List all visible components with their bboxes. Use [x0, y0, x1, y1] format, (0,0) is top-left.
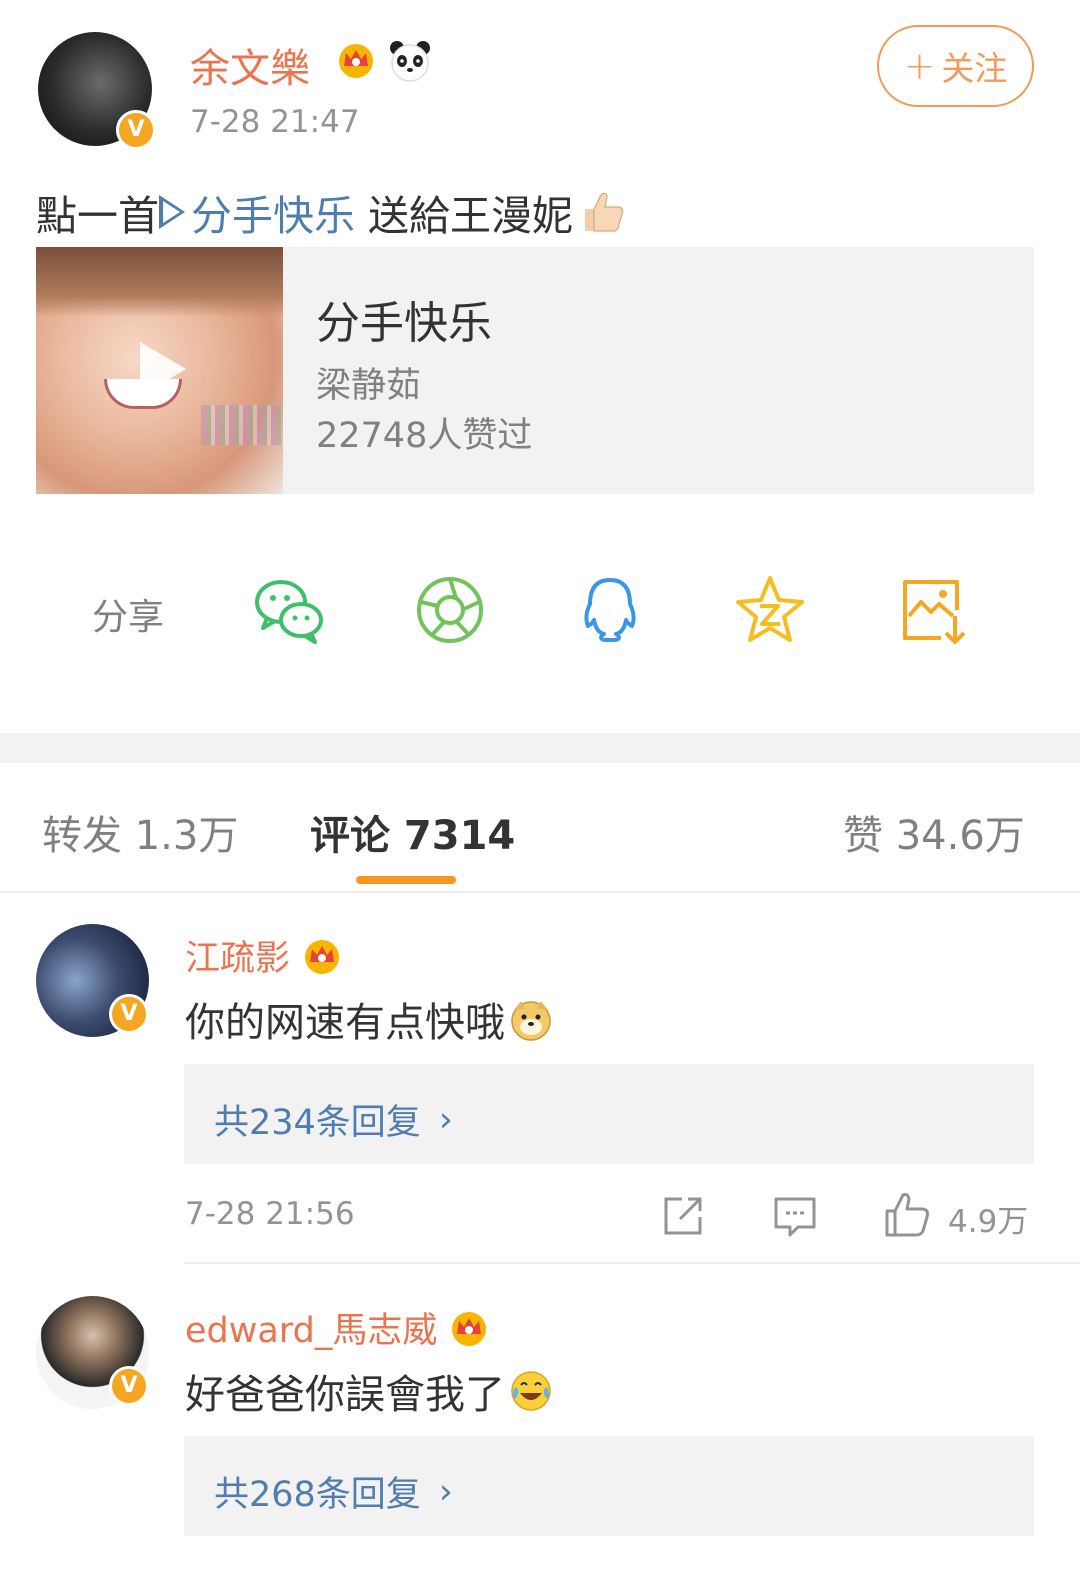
like-thumb-icon[interactable] [883, 1191, 931, 1239]
comment-text-content: 你的网速有点快哦 [185, 1000, 505, 1046]
post-text-before: 點一首 [36, 192, 159, 240]
tab-likes[interactable]: 赞 34.6万 [843, 803, 1025, 861]
play-link-icon [159, 195, 185, 229]
post-text: 點一首 分手快乐 送給王漫妮 [36, 182, 627, 242]
thumbs-up-emoji-icon [585, 192, 624, 232]
commenter-name-text: edward_馬志威 [185, 1311, 438, 1351]
crown-icon [339, 44, 373, 78]
comment-divider [185, 1262, 1080, 1264]
chevron-right-icon: › [438, 1099, 453, 1140]
save-image-icon[interactable] [895, 572, 971, 648]
comment-text: 好爸爸你誤會我了 [185, 1362, 553, 1420]
verified-badge-icon: V [109, 1366, 149, 1406]
author-name[interactable]: 余文樂 [190, 36, 310, 94]
replies-box[interactable]: 共268条回复 › [184, 1436, 1034, 1536]
interaction-tabs: 转发 1.3万 评论 7314 赞 34.6万 [0, 763, 1080, 893]
wechat-icon[interactable] [251, 572, 327, 648]
song-link[interactable]: 分手快乐 [159, 182, 355, 242]
replies-count: 共268条回复 [214, 1475, 421, 1515]
comment-item: V edward_馬志威 好爸爸你誤會我了 共268条回复 › [0, 1266, 1080, 1582]
section-divider [0, 733, 1080, 763]
qq-icon[interactable] [572, 572, 648, 648]
moments-icon[interactable] [412, 572, 488, 648]
chevron-right-icon: › [438, 1471, 453, 1512]
comment-item: V 江疏影 你的网速有点快哦 共234条回复 › 7-28 21:56 4.9万 [0, 894, 1080, 1264]
music-likes: 22748人赞过 [316, 416, 533, 456]
replies-box[interactable]: 共234条回复 › [184, 1064, 1034, 1164]
share-row: 分享 [0, 560, 1080, 660]
music-card[interactable]: 分手快乐 梁静茹 22748人赞过 [36, 247, 1034, 494]
crown-icon [452, 1311, 487, 1346]
commenter-name-text: 江疏影 [185, 939, 291, 979]
comment-text-content: 好爸爸你誤會我了 [185, 1372, 505, 1418]
post-text-after: 送給王漫妮 [355, 192, 574, 240]
song-link-text: 分手快乐 [191, 192, 355, 240]
replies-link[interactable]: 共268条回复 › [214, 1466, 453, 1517]
share-label: 分享 [92, 597, 165, 638]
commenter-name[interactable]: edward_馬志威 [185, 1302, 489, 1353]
crown-icon [305, 939, 340, 974]
tab-repost[interactable]: 转发 1.3万 [42, 803, 238, 861]
album-cover[interactable] [36, 247, 283, 494]
post-header: V 余文樂 7-28 21:47 + 关注 [0, 0, 1080, 160]
music-artist: 梁静茹 [316, 366, 422, 406]
follow-label: 关注 [941, 49, 1008, 88]
post-time: 7-28 21:47 [190, 104, 360, 140]
replies-count: 共234条回复 [214, 1103, 421, 1143]
verified-badge-icon: V [109, 994, 149, 1034]
follow-button[interactable]: + 关注 [877, 25, 1034, 107]
comment-text: 你的网速有点快哦 [185, 990, 553, 1048]
commenter-name[interactable]: 江疏影 [185, 930, 342, 981]
panda-icon [390, 41, 430, 82]
plus-icon: + [903, 44, 936, 88]
reply-comment-icon[interactable] [772, 1193, 818, 1239]
active-tab-indicator [356, 876, 456, 884]
repost-icon[interactable] [660, 1193, 706, 1239]
comment-like-count: 4.9万 [948, 1204, 1029, 1240]
play-icon[interactable] [140, 342, 186, 396]
verified-badge-icon: V [116, 110, 156, 150]
qzone-star-icon[interactable] [732, 572, 808, 648]
tab-comments[interactable]: 评论 7314 [310, 803, 515, 861]
comment-time: 7-28 21:56 [185, 1196, 355, 1232]
doge-emoji-icon [511, 1001, 551, 1041]
laugh-cry-emoji-icon [511, 1371, 551, 1411]
replies-link[interactable]: 共234条回复 › [214, 1094, 453, 1145]
music-title: 分手快乐 [316, 298, 492, 349]
